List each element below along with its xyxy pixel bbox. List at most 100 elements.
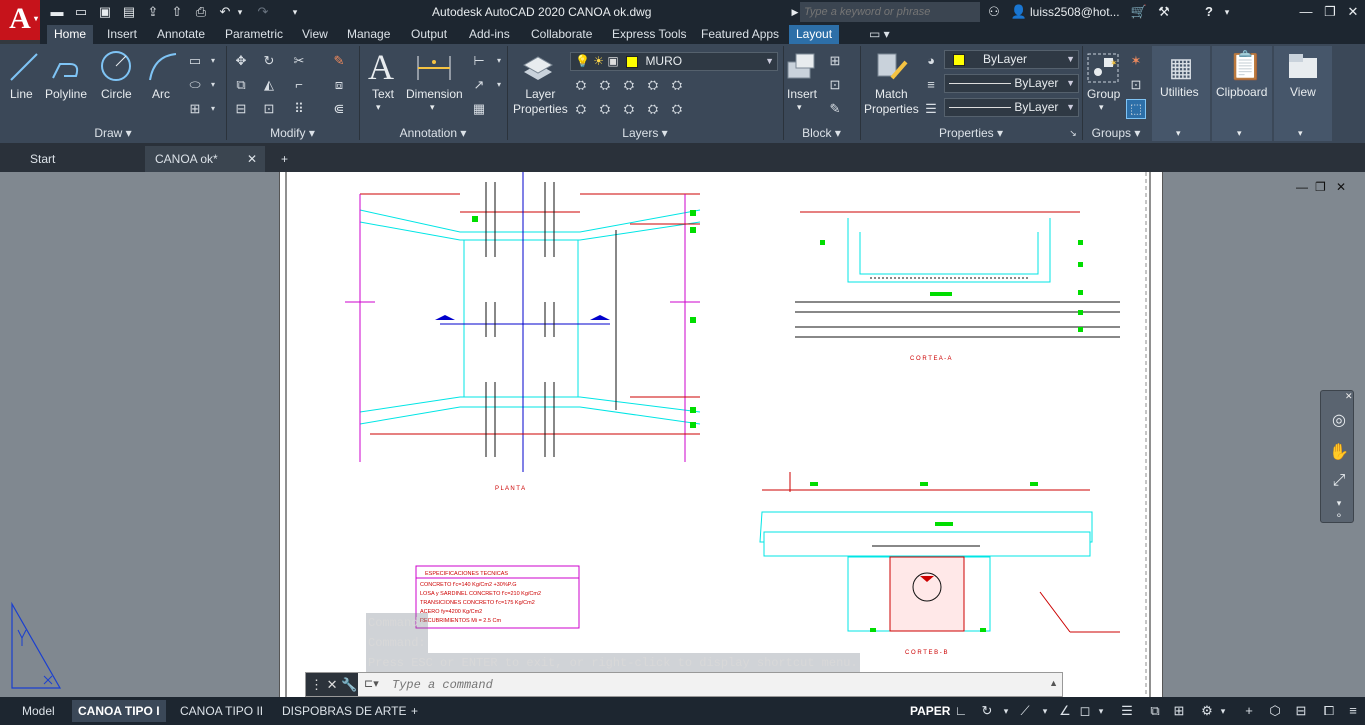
layout-tab-canoa-tipo-ii[interactable]: CANOA TIPO II [174, 700, 269, 722]
insert-block-icon[interactable] [786, 52, 818, 82]
help-dropdown-icon[interactable]: ▾ [1218, 4, 1236, 20]
linetype-icon[interactable]: ☰ [922, 100, 940, 118]
group-selection-icon[interactable]: ⬚ [1126, 99, 1146, 119]
tab-collaborate[interactable]: Collaborate [524, 25, 599, 44]
stretch-icon[interactable]: ⊟ [232, 100, 250, 118]
open-folder-icon[interactable]: ▭ [72, 4, 90, 20]
user-account[interactable]: luiss2508@hot... [1030, 5, 1120, 19]
new-tab-button[interactable]: + [275, 146, 297, 172]
file-tab-canoa[interactable]: CANOA ok* ✕ [145, 146, 265, 172]
tab-parametric[interactable]: Parametric [218, 25, 290, 44]
tab-manage[interactable]: Manage [340, 25, 397, 44]
group-icon[interactable]: ✶ [1086, 52, 1120, 84]
explode-icon[interactable]: ⧈ [330, 76, 348, 94]
view-dropdown-icon[interactable]: ▾ [1298, 128, 1303, 139]
paper-space-toggle[interactable]: PAPER [904, 700, 956, 722]
color-wheel-icon[interactable]: ◕ [922, 52, 940, 70]
command-close-icon[interactable]: ✕ [327, 677, 338, 692]
layer-freeze-icon[interactable]: ⛭ [620, 76, 638, 94]
navbar-close-icon[interactable]: ✕ [1345, 391, 1353, 402]
dimension-tool-label[interactable]: Dimension [406, 87, 463, 101]
tab-insert[interactable]: Insert [100, 25, 144, 44]
customize-quick-access-icon[interactable]: ▾ [286, 4, 304, 20]
minimize-icon[interactable]: — [1296, 3, 1316, 21]
text-tool-label[interactable]: Text [372, 87, 394, 101]
lineweight-icon[interactable]: ≡ [922, 76, 940, 94]
a360-icon[interactable]: ⚒ [1155, 4, 1173, 20]
pan-hand-icon[interactable]: ✋ [1327, 441, 1351, 465]
web-mobile-icon[interactable]: ⇧ [168, 4, 186, 20]
viewport-close-icon[interactable]: ✕ [1336, 180, 1346, 194]
edit-attributes-icon[interactable]: ✎ [826, 100, 844, 118]
view-cube-icon[interactable] [1287, 52, 1319, 80]
modify-panel-title[interactable]: Modify ▾ [226, 126, 359, 141]
hatch-dropdown-icon[interactable]: ▾ [204, 76, 222, 94]
layer-dropdown[interactable]: 💡 ☀ ▣ MURO ▼ [570, 52, 778, 71]
linear-dim-icon[interactable]: ⊢ [470, 52, 488, 70]
new-layout-button[interactable]: + [405, 700, 424, 722]
arc-tool-label[interactable]: Arc [152, 87, 170, 101]
edit-block-icon[interactable]: ⊡ [826, 76, 844, 94]
group-edit-icon[interactable]: ⊡ [1127, 76, 1145, 94]
layer-copy-icon[interactable]: ⛭ [668, 100, 686, 118]
copy-icon[interactable]: ⧉ [232, 76, 250, 94]
close-icon[interactable]: ✕ [1343, 3, 1363, 21]
group-tool-label[interactable]: Group [1087, 87, 1120, 101]
text-dropdown-icon[interactable]: ▾ [376, 102, 381, 113]
scale-icon[interactable]: ⊡ [260, 100, 278, 118]
layout-tab-model[interactable]: Model [16, 700, 61, 722]
dimension-dropdown-icon[interactable]: ▾ [430, 102, 435, 113]
trim-icon[interactable]: ✂ [290, 52, 308, 70]
gradient-dropdown-icon[interactable]: ▾ [204, 100, 222, 118]
leader-dropdown-icon[interactable]: ▾ [490, 76, 508, 94]
clipboard-label[interactable]: Clipboard [1216, 85, 1267, 99]
layer-lock-icon[interactable]: ⛭ [644, 76, 662, 94]
linear-dim-dropdown-icon[interactable]: ▾ [490, 52, 508, 70]
leader-icon[interactable]: ↗ [470, 76, 488, 94]
workspace-dropdown-icon[interactable]: ▾ [1214, 702, 1232, 720]
dimension-icon[interactable] [414, 52, 454, 84]
utilities-dropdown-icon[interactable]: ▾ [1176, 128, 1181, 139]
erase-icon[interactable]: ✎ [330, 52, 348, 70]
properties-launcher-icon[interactable]: ↘ [1068, 128, 1078, 143]
save-icon[interactable]: ▣ [96, 4, 114, 20]
tab-output[interactable]: Output [404, 25, 454, 44]
customization-menu-icon[interactable]: ≡ [1344, 702, 1362, 720]
file-tab-start[interactable]: Start [20, 146, 144, 172]
snap-mode-icon[interactable]: ↻ [978, 702, 996, 720]
tab-add-ins[interactable]: Add-ins [462, 25, 517, 44]
tab-annotate[interactable]: Annotate [150, 25, 212, 44]
hardware-acceleration-icon[interactable]: ⊟ [1292, 702, 1310, 720]
steering-wheel-icon[interactable]: ◎ [1327, 409, 1351, 433]
group-dropdown-icon[interactable]: ▾ [1099, 102, 1104, 113]
tab-view[interactable]: View [295, 25, 335, 44]
table-icon[interactable]: ▦ [470, 100, 488, 118]
close-tab-icon[interactable]: ✕ [247, 146, 257, 172]
gradient-icon[interactable]: ⊞ [186, 100, 204, 118]
binoculars-icon[interactable]: ⚇ [985, 4, 1003, 20]
insert-dropdown-icon[interactable]: ▾ [797, 102, 802, 113]
layer-unisolate-icon[interactable]: ⛭ [572, 100, 590, 118]
restore-icon[interactable]: ❐ [1320, 3, 1340, 21]
properties-panel-title[interactable]: Properties ▾ [860, 126, 1082, 141]
viewport-minimize-icon[interactable]: — [1296, 180, 1308, 194]
save-as-icon[interactable]: ▤ [120, 4, 138, 20]
layout-tab-dispobras[interactable]: DISPOBRAS DE ARTE [276, 700, 412, 722]
draw-panel-title[interactable]: Draw ▾ [0, 126, 226, 141]
move-icon[interactable]: ✥ [232, 52, 250, 70]
view-label[interactable]: View [1290, 85, 1316, 99]
line-icon[interactable] [8, 50, 40, 84]
circle-icon[interactable] [99, 49, 133, 83]
linetype-dropdown[interactable]: ByLayer ▼ [944, 74, 1079, 93]
polyline-icon[interactable] [50, 50, 84, 84]
redo-icon[interactable]: ↷ [254, 4, 272, 20]
layout-tab-canoa-tipo-i[interactable]: CANOA TIPO I [72, 700, 166, 722]
tab-home[interactable]: Home [47, 25, 94, 44]
calculator-icon[interactable]: ▦ [1168, 52, 1194, 82]
ungroup-icon[interactable]: ✶ [1127, 52, 1145, 70]
match-properties-label[interactable]: Match Properties [864, 87, 919, 117]
polar-dropdown-icon[interactable]: ▾ [1036, 702, 1054, 720]
rectangle-icon[interactable]: ▭ [186, 52, 204, 70]
help-icon[interactable]: ? [1200, 4, 1218, 20]
undo-icon[interactable]: ↶ [216, 4, 234, 20]
